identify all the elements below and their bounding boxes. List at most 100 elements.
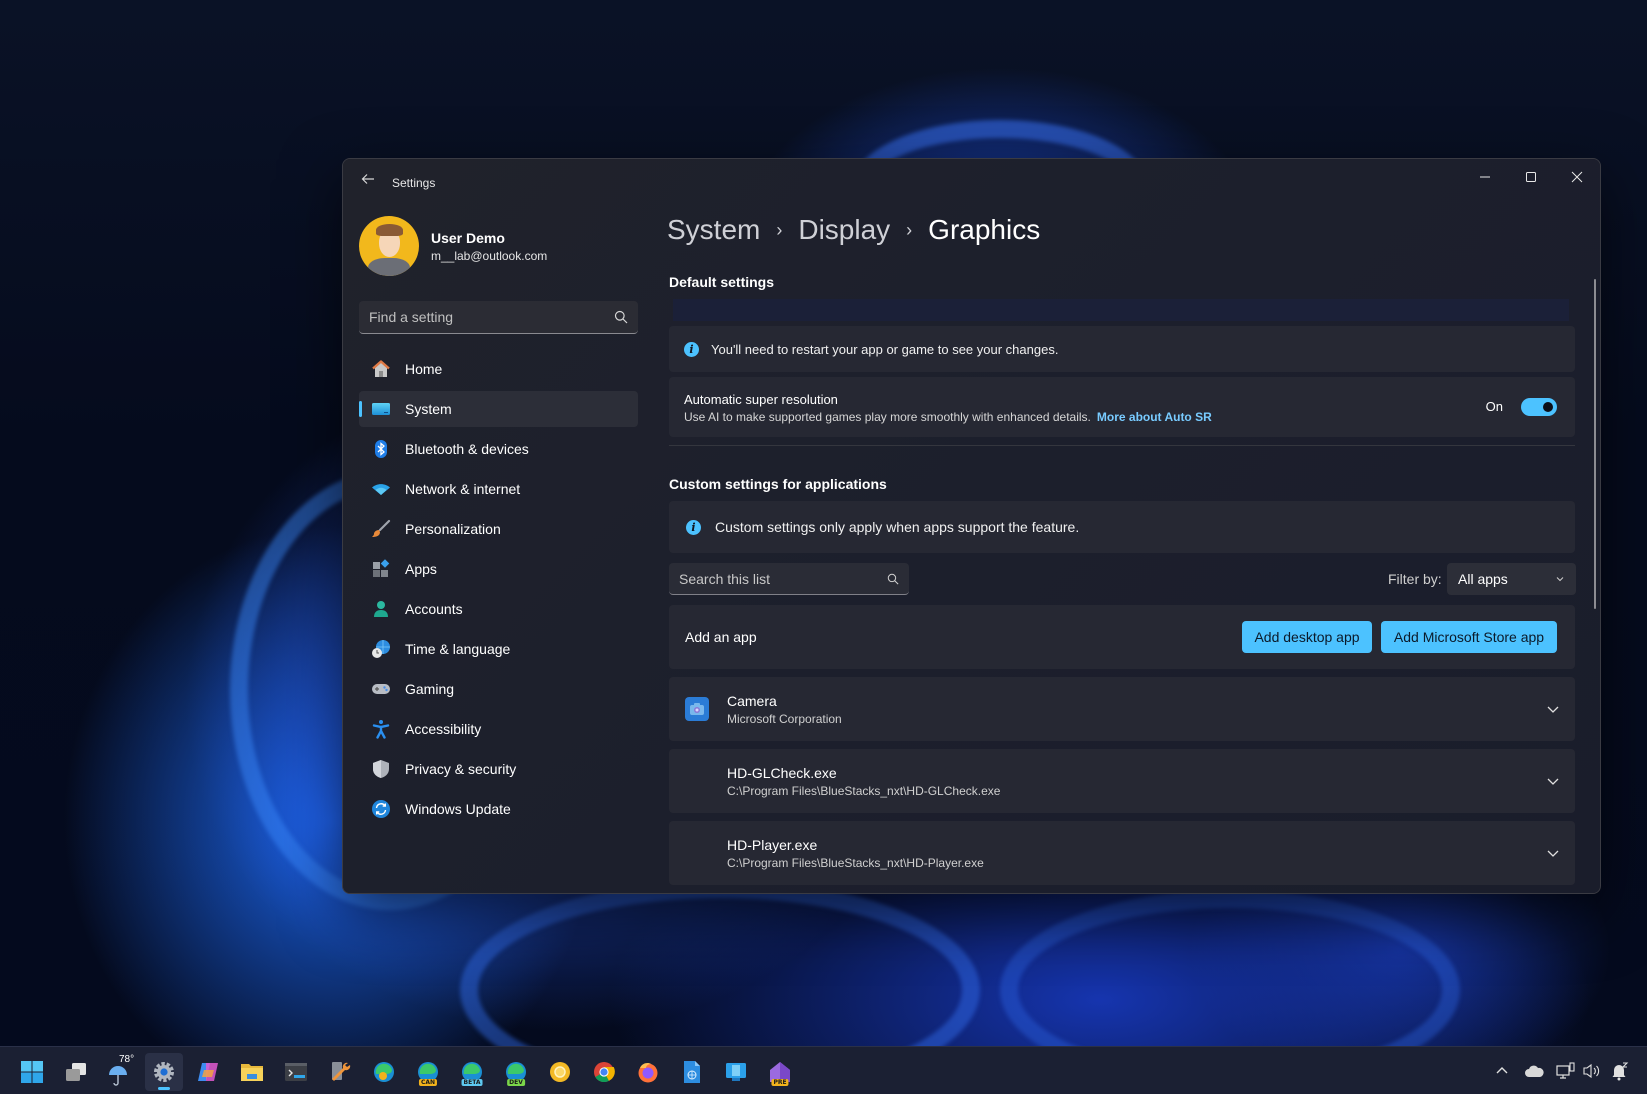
settings-window: Settings User Demo m__lab@outlook.com Fi… <box>342 158 1601 894</box>
sidebar-item-label: Time & language <box>405 641 511 657</box>
sidebar-item-privacy-security[interactable]: Privacy & security <box>359 751 638 787</box>
start-button[interactable] <box>13 1053 51 1091</box>
close-button[interactable] <box>1554 159 1600 195</box>
sidebar-item-accounts[interactable]: Accounts <box>359 591 638 627</box>
chrome-canary-icon <box>550 1062 570 1082</box>
taskbar-edge-beta[interactable]: BETA <box>453 1053 491 1091</box>
edge-icon <box>374 1062 394 1082</box>
close-icon <box>1571 171 1583 183</box>
terminal-icon <box>285 1063 307 1081</box>
filter-selected-value: All apps <box>1458 571 1508 587</box>
taskbar-file-explorer[interactable] <box>233 1053 271 1091</box>
taskbar-dev-tools[interactable] <box>321 1053 359 1091</box>
taskbar-copilot[interactable] <box>189 1053 227 1091</box>
back-button[interactable] <box>357 171 379 193</box>
search-list-box[interactable] <box>669 563 909 595</box>
brush-icon <box>370 518 392 540</box>
auto-sr-toggle-state: On <box>1485 399 1503 414</box>
search-icon[interactable] <box>614 310 628 324</box>
auto-sr-setting: Automatic super resolution Use AI to mak… <box>669 377 1575 437</box>
sidebar-item-apps[interactable]: Apps <box>359 551 638 587</box>
breadcrumb-display[interactable]: Display <box>798 214 890 246</box>
taskbar-chrome-canary[interactable] <box>541 1053 579 1091</box>
canary-badge: CAN <box>418 1079 438 1086</box>
sidebar-item-home[interactable]: Home <box>359 351 638 387</box>
taskbar-firefox[interactable] <box>629 1053 667 1091</box>
taskbar-settings-app[interactable] <box>145 1053 183 1091</box>
task-view-button[interactable] <box>57 1053 95 1091</box>
sidebar-item-label: Privacy & security <box>405 761 517 777</box>
show-hidden-icons-button[interactable] <box>1490 1059 1514 1083</box>
sidebar-item-time-language[interactable]: Time & language <box>359 631 638 667</box>
auto-sr-title: Automatic super resolution <box>684 392 838 407</box>
volume-icon <box>1583 1063 1600 1079</box>
filter-dropdown[interactable]: All apps <box>1447 563 1576 595</box>
add-desktop-app-button[interactable]: Add desktop app <box>1242 621 1372 653</box>
taskbar-preview-app[interactable]: PRE <box>761 1053 799 1091</box>
find-setting-input[interactable] <box>369 309 614 325</box>
app-name: HD-Player.exe <box>727 837 818 853</box>
profile-email: m__lab@outlook.com <box>431 248 548 263</box>
user-profile[interactable]: User Demo m__lab@outlook.com <box>359 216 547 276</box>
chevron-down-icon <box>1556 577 1564 582</box>
bell-do-not-disturb-icon <box>1612 1062 1629 1081</box>
sidebar-item-bluetooth-devices[interactable]: Bluetooth & devices <box>359 431 638 467</box>
restart-info-bar: i You'll need to restart your app or gam… <box>669 326 1575 372</box>
sidebar-item-label: Network & internet <box>405 481 521 497</box>
taskbar: 78° CAN BETA DEV PRE <box>0 1046 1647 1094</box>
taskbar-terminal[interactable] <box>277 1053 315 1091</box>
add-store-app-button[interactable]: Add Microsoft Store app <box>1381 621 1557 653</box>
auto-sr-learn-more-link[interactable]: More about Auto SR <box>1097 410 1212 424</box>
weather-widget[interactable]: 78° <box>101 1053 145 1091</box>
network-tray[interactable] <box>1554 1059 1578 1083</box>
app-row-hd-glcheck[interactable]: HD-GLCheck.exe C:\Program Files\BlueStac… <box>669 749 1575 813</box>
time-language-icon <box>370 638 392 660</box>
sidebar-item-network-internet[interactable]: Network & internet <box>359 471 638 507</box>
minimize-button[interactable] <box>1462 159 1508 195</box>
onedrive-tray[interactable] <box>1522 1059 1546 1083</box>
taskbar-edge[interactable] <box>365 1053 403 1091</box>
sidebar-item-label: Gaming <box>405 681 455 697</box>
taskbar-web-file[interactable] <box>673 1053 711 1091</box>
custom-info-text: Custom settings only apply when apps sup… <box>715 519 1080 535</box>
section-divider <box>669 445 1575 446</box>
sidebar-item-accessibility[interactable]: Accessibility <box>359 711 638 747</box>
filter-label: Filter by: <box>1388 571 1442 587</box>
sidebar-item-personalization[interactable]: Personalization <box>359 511 638 547</box>
chevron-down-icon[interactable] <box>1545 773 1561 789</box>
shield-icon <box>370 758 392 780</box>
find-setting-box[interactable] <box>359 301 638 334</box>
title-bar[interactable]: Settings <box>343 159 1600 203</box>
default-settings-heading: Default settings <box>669 274 775 290</box>
chevron-down-icon[interactable] <box>1545 845 1561 861</box>
avatar-body <box>368 258 410 276</box>
maximize-button[interactable] <box>1508 159 1554 195</box>
info-icon: i <box>684 341 699 357</box>
taskbar-edge-canary[interactable]: CAN <box>409 1053 447 1091</box>
sidebar-item-windows-update[interactable]: Windows Update <box>359 791 638 827</box>
bluetooth-icon <box>370 438 392 460</box>
apps-icon <box>370 558 392 580</box>
content-scrollbar[interactable] <box>1594 279 1596 609</box>
auto-sr-toggle[interactable] <box>1521 398 1557 416</box>
task-view-icon <box>66 1063 86 1081</box>
app-subtitle: C:\Program Files\BlueStacks_nxt\HD-GLChe… <box>727 784 1001 798</box>
search-list-input[interactable] <box>679 570 887 587</box>
sidebar-item-gaming[interactable]: Gaming <box>359 671 638 707</box>
breadcrumb-system[interactable]: System <box>667 214 760 246</box>
windows-app-icon <box>726 1063 746 1081</box>
custom-info-bar: i Custom settings only apply when apps s… <box>669 501 1575 553</box>
notifications-tray[interactable] <box>1608 1059 1632 1083</box>
chevron-down-icon[interactable] <box>1545 701 1561 717</box>
app-name: HD-GLCheck.exe <box>727 765 837 781</box>
app-row-hd-player[interactable]: HD-Player.exe C:\Program Files\BlueStack… <box>669 821 1575 885</box>
avatar <box>359 216 419 276</box>
taskbar-edge-dev[interactable]: DEV <box>497 1053 535 1091</box>
sidebar-item-system[interactable]: System <box>359 391 638 427</box>
cloud-icon <box>1525 1065 1544 1077</box>
taskbar-windows-app[interactable] <box>717 1053 755 1091</box>
app-row-camera[interactable]: Camera Microsoft Corporation <box>669 677 1575 741</box>
taskbar-chrome[interactable] <box>585 1053 623 1091</box>
volume-tray[interactable] <box>1580 1059 1604 1083</box>
profile-name: User Demo <box>431 229 505 246</box>
